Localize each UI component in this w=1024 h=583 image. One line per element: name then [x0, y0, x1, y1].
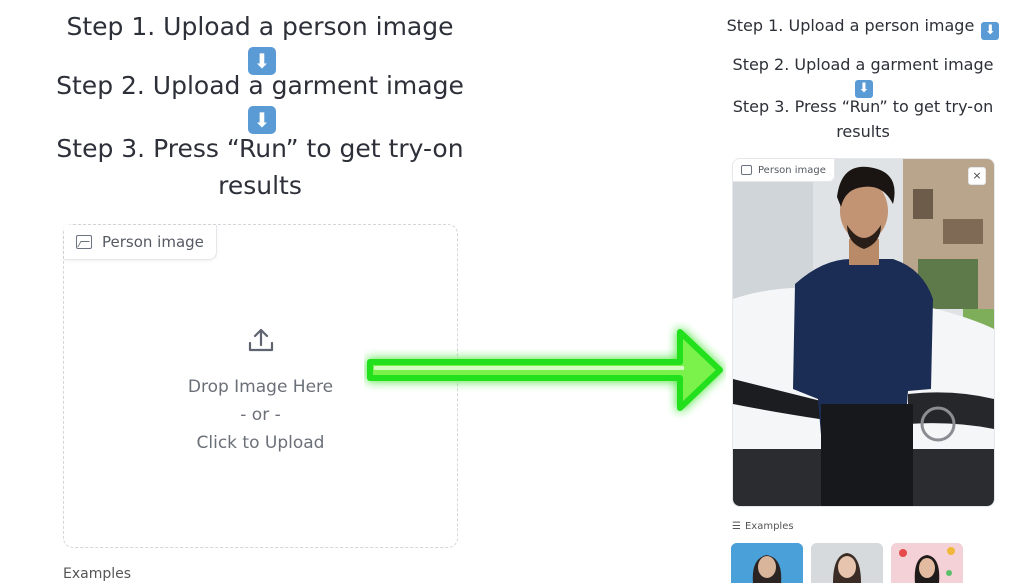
image-icon: [741, 165, 752, 175]
example-thumbnail[interactable]: [891, 543, 963, 583]
right-panel: Step 1. Upload a person image ⬇ Step 2. …: [720, 0, 1020, 583]
example-thumbnails: [731, 543, 963, 583]
person-image-label-text: Person image: [102, 233, 204, 251]
person-photo: [733, 159, 994, 506]
upload-icon: [248, 328, 273, 352]
examples-label: Examples: [744, 521, 794, 532]
person-image-label-text: Person image: [758, 164, 826, 176]
step-2-text: Step 2. Upload a garment image: [56, 71, 464, 100]
examples-label: Examples: [63, 566, 132, 582]
list-icon: ☰: [732, 521, 741, 532]
step-2-heading: Step 2. Upload a garment image ⬇: [725, 55, 1001, 98]
person-image-label: Person image: [64, 225, 217, 260]
step-3-heading: Step 3. Press “Run” to get try-on result…: [732, 97, 994, 141]
step-1-text: Step 1. Upload a person image: [726, 16, 975, 35]
person-image-preview[interactable]: Person image ×: [732, 158, 995, 507]
person-image-label: Person image: [733, 159, 835, 182]
step-1-text: Step 1. Upload a person image: [66, 12, 454, 41]
step-3-heading: Step 3. Press “Run” to get try-on result…: [56, 134, 464, 200]
step-1-heading: Step 1. Upload a person image ⬇: [55, 12, 465, 75]
example-photo: [811, 543, 883, 583]
examples-header: ☰ Examples: [732, 521, 794, 532]
example-photo: [731, 543, 803, 583]
step-2-text: Step 2. Upload a garment image: [732, 55, 994, 74]
right-arrow-icon: [367, 329, 723, 411]
click-to-upload-text[interactable]: Click to Upload: [64, 429, 457, 457]
down-arrow-icon: ⬇: [981, 22, 1000, 40]
image-icon: [76, 235, 92, 249]
example-thumbnail[interactable]: [731, 543, 803, 583]
close-button[interactable]: ×: [968, 167, 986, 185]
example-thumbnail[interactable]: [811, 543, 883, 583]
step-1-heading: Step 1. Upload a person image ⬇: [725, 16, 1001, 40]
example-photo: [891, 543, 963, 583]
left-panel: Step 1. Upload a person image ⬇ Step 2. …: [0, 0, 520, 582]
step-2-heading: Step 2. Upload a garment image ⬇: [55, 71, 465, 134]
